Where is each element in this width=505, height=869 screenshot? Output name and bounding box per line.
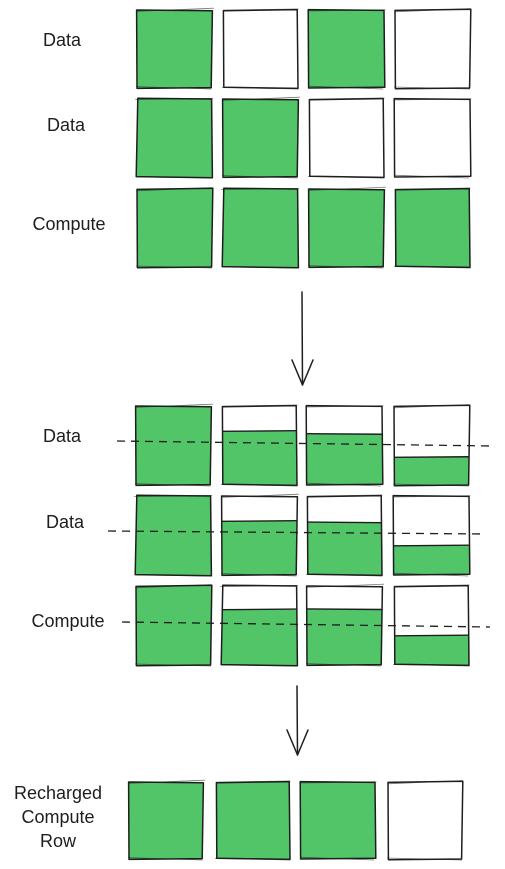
grid-cell xyxy=(134,584,213,667)
cell-fill xyxy=(394,545,469,575)
row-label: Compute xyxy=(31,611,104,631)
cell-fill xyxy=(222,609,297,665)
grid-cell xyxy=(134,403,213,487)
grid-cell xyxy=(221,8,299,90)
cell-border-sketch xyxy=(307,97,385,179)
cell-fill xyxy=(136,496,211,575)
cell-fill xyxy=(307,608,382,665)
grid-cell xyxy=(135,7,214,90)
cell-fill xyxy=(307,433,382,485)
diagram-canvas: Data Data Compute Data Data Compute Recharged C… xyxy=(14,7,494,861)
grid-cell xyxy=(135,97,214,179)
cell-fill xyxy=(137,10,212,88)
grid-cell xyxy=(221,96,300,179)
cell-fill xyxy=(309,10,384,88)
down-arrow-icon xyxy=(286,685,309,756)
grid-cell xyxy=(393,97,472,179)
grid-cell xyxy=(220,404,298,487)
cell-border-sketch xyxy=(221,8,299,90)
grid-cell xyxy=(305,404,384,487)
cell-border xyxy=(394,8,472,90)
cell-border-sketch xyxy=(393,98,472,179)
grid-row: Compute xyxy=(32,186,471,269)
cell-border xyxy=(393,97,472,178)
row-label: Data xyxy=(43,30,82,50)
cell-fill xyxy=(136,406,211,485)
grid-row: Recharged Compute Row xyxy=(14,779,464,861)
grid-cell xyxy=(305,583,384,667)
grid-row: Data xyxy=(46,493,471,577)
cell-fill xyxy=(222,521,297,575)
grid-cell xyxy=(386,780,464,861)
row-label: Data xyxy=(46,512,85,532)
cell-border-sketch xyxy=(386,780,463,861)
cell-border xyxy=(308,97,385,179)
grid-cell xyxy=(135,187,214,269)
row-label: Recharged Compute Row xyxy=(14,783,102,851)
cell-fill xyxy=(136,586,211,665)
cell-fill xyxy=(129,782,203,859)
section-recharged: Recharged Compute Row xyxy=(14,779,464,861)
cell-fill xyxy=(137,189,212,267)
fill-level-line xyxy=(221,429,298,432)
row-label: Compute xyxy=(32,214,105,234)
grid-row: Data xyxy=(43,7,472,90)
cell-fill xyxy=(395,189,470,267)
grid-row: Data xyxy=(43,403,471,487)
fill-level-line xyxy=(306,521,383,524)
row-label: Data xyxy=(43,426,82,446)
grid-cell xyxy=(392,494,471,577)
section-balanced: Data Data Compute xyxy=(31,403,494,667)
cell-border xyxy=(222,8,299,90)
grid-cell xyxy=(393,8,472,90)
grid-row: Data xyxy=(47,96,472,179)
grid-row: Compute xyxy=(31,583,470,667)
fill-level-line xyxy=(393,634,470,637)
cell-fill xyxy=(223,99,298,177)
fill-level-line xyxy=(306,608,383,611)
cell-fill xyxy=(222,431,297,485)
cell-fill xyxy=(394,457,469,485)
cell-border xyxy=(387,780,464,861)
fill-level-line xyxy=(221,608,298,611)
cell-fill xyxy=(301,782,375,859)
fill-level-line xyxy=(306,432,383,435)
down-arrow-icon xyxy=(291,291,314,386)
grid-cell xyxy=(134,494,213,577)
grid-cell xyxy=(393,187,471,269)
grid-cell xyxy=(220,584,299,667)
cell-border-sketch xyxy=(393,8,471,90)
cell-fill xyxy=(394,635,469,665)
grid-cell xyxy=(307,186,386,269)
grid-cell xyxy=(305,494,383,577)
grid-cell xyxy=(221,187,300,269)
cell-fill xyxy=(137,99,212,177)
grid-cell xyxy=(127,779,205,861)
cell-fill xyxy=(307,522,382,575)
cell-fill xyxy=(309,189,384,267)
row-label: Data xyxy=(47,115,86,135)
grid-cell xyxy=(214,780,291,861)
grid-cell xyxy=(299,780,377,861)
grid-cell xyxy=(220,493,299,577)
fill-level-line xyxy=(393,544,470,547)
fill-level-line xyxy=(393,456,470,459)
grid-cell xyxy=(307,97,385,179)
section-initial: Data Data Compute xyxy=(32,7,472,269)
grid-cell xyxy=(307,8,386,90)
fill-level-line xyxy=(221,519,298,522)
cell-fill xyxy=(216,782,290,859)
cell-fill xyxy=(223,189,298,267)
